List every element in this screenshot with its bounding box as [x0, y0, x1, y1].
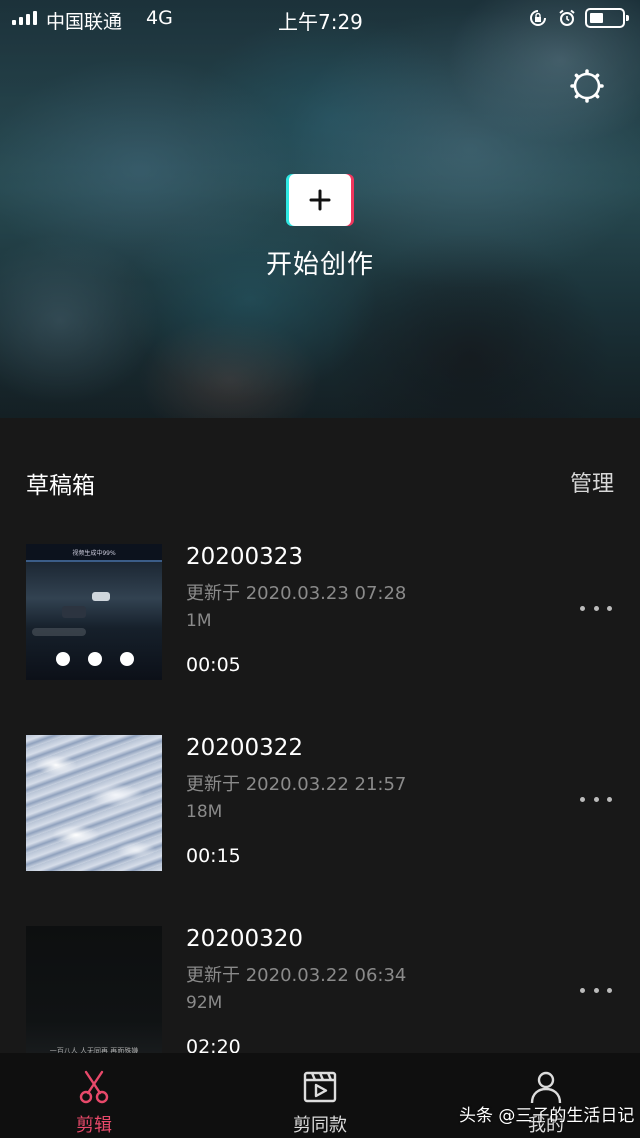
thumbnail-text: 视频生成中99% [72, 550, 116, 557]
draft-updated: 更新于 2020.03.22 06:34 [186, 965, 407, 986]
draft-updated: 更新于 2020.03.23 07:28 [186, 583, 407, 604]
draft-updated: 更新于 2020.03.22 21:57 [186, 774, 407, 795]
more-options-icon[interactable] [580, 797, 612, 805]
draft-size: 18M [186, 802, 223, 822]
drafts-title: 草稿箱 [26, 473, 95, 499]
watermark: 头条 @三子的生活日记 [459, 1106, 635, 1126]
scissors-icon [79, 1070, 109, 1104]
more-options-icon[interactable] [580, 988, 612, 996]
person-icon [530, 1071, 562, 1104]
tab-label: 剪同款 [293, 1115, 347, 1136]
draft-item[interactable]: 视频生成中99% 20200323 更新于 2020.03.23 07:28 1… [0, 544, 640, 684]
clock: 上午7:29 [278, 10, 363, 34]
signal-icon [12, 11, 37, 25]
plus-icon [309, 189, 331, 211]
battery-icon [585, 8, 629, 28]
draft-thumbnail[interactable]: 一百八人 人无同再 再面殊嫌 [26, 926, 162, 1062]
draft-name: 20200322 [186, 735, 304, 761]
carrier-name: 中国联通 [46, 11, 123, 33]
create-label[interactable]: 开始创作 [0, 244, 640, 281]
rotation-lock-icon [530, 10, 546, 26]
tab-label: 剪辑 [76, 1115, 112, 1136]
draft-size: 92M [186, 993, 223, 1013]
draft-name: 20200323 [186, 544, 304, 570]
draft-name: 20200320 [186, 926, 304, 952]
manage-button[interactable]: 管理 [570, 466, 614, 498]
gear-icon[interactable] [569, 68, 605, 104]
draft-duration: 00:15 [186, 845, 241, 867]
alarm-icon [559, 9, 575, 26]
more-options-icon[interactable] [580, 606, 612, 614]
tab-template[interactable]: 剪同款 [260, 1053, 380, 1138]
network-type: 4G [146, 7, 173, 29]
draft-duration: 00:05 [186, 654, 241, 676]
create-button[interactable] [289, 174, 351, 226]
draft-thumbnail[interactable]: 视频生成中99% [26, 544, 162, 680]
tab-edit[interactable]: 剪辑 [34, 1053, 154, 1138]
draft-item[interactable]: 20200322 更新于 2020.03.22 21:57 18M 00:15 [0, 735, 640, 875]
draft-item[interactable]: 一百八人 人无同再 再面殊嫌 20200320 更新于 2020.03.22 0… [0, 926, 640, 1066]
status-bar: 中国联通 4G 上午7:29 [0, 0, 640, 36]
draft-size: 1M [186, 611, 212, 631]
clapperboard-icon [303, 1071, 337, 1103]
draft-thumbnail[interactable] [26, 735, 162, 871]
